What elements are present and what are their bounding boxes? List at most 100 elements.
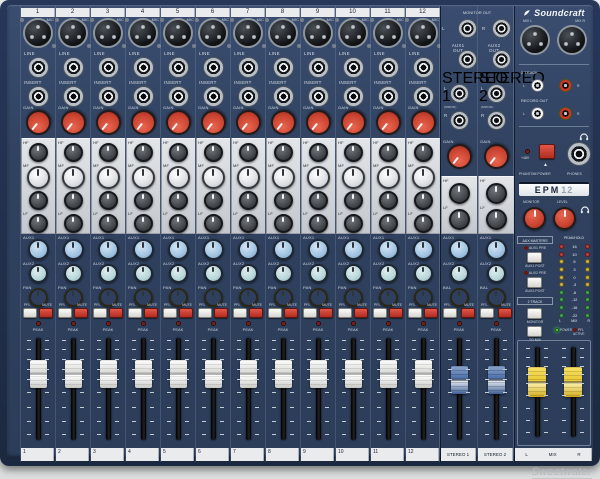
lf-knob[interactable] xyxy=(274,214,293,233)
hf-knob[interactable] xyxy=(379,143,398,162)
fader-cap[interactable] xyxy=(100,360,117,388)
fader-cap[interactable] xyxy=(451,366,468,394)
mid-freq-knob[interactable] xyxy=(202,166,225,189)
mute-button[interactable] xyxy=(354,308,368,318)
aux2-knob[interactable] xyxy=(134,264,153,283)
mid-gain-knob[interactable] xyxy=(134,191,153,210)
aux2-knob[interactable] xyxy=(274,264,293,283)
pfl-button[interactable] xyxy=(198,308,212,318)
pfl-button[interactable] xyxy=(443,308,457,318)
aux1-knob[interactable] xyxy=(63,239,84,260)
mid-gain-knob[interactable] xyxy=(344,191,363,210)
mid-gain-knob[interactable] xyxy=(204,191,223,210)
lf-knob[interactable] xyxy=(309,214,328,233)
aux1-knob[interactable] xyxy=(203,239,224,260)
pfl-button[interactable] xyxy=(268,308,282,318)
pfl-button[interactable] xyxy=(23,308,37,318)
pfl-button[interactable] xyxy=(163,308,177,318)
hf-knob[interactable] xyxy=(169,143,188,162)
pfl-button[interactable] xyxy=(58,308,72,318)
mid-gain-knob[interactable] xyxy=(239,191,258,210)
fader-cap[interactable] xyxy=(488,366,505,394)
aux1-knob[interactable] xyxy=(98,239,119,260)
lf-knob[interactable] xyxy=(204,214,223,233)
hf-knob[interactable] xyxy=(239,143,258,162)
gain-knob[interactable] xyxy=(265,105,300,140)
aux1-knob[interactable] xyxy=(486,239,507,260)
aux1-knob[interactable] xyxy=(28,239,49,260)
pfl-button[interactable] xyxy=(233,308,247,318)
fader-cap[interactable] xyxy=(135,360,152,388)
mid-freq-knob[interactable] xyxy=(62,166,85,189)
hf-knob[interactable] xyxy=(414,143,433,162)
two-track-to-mix-button[interactable] xyxy=(527,326,542,337)
mid-freq-knob[interactable] xyxy=(377,166,400,189)
fader-cap[interactable] xyxy=(65,360,82,388)
mute-button[interactable] xyxy=(284,308,298,318)
aux1-pre-post-button[interactable] xyxy=(527,252,542,263)
gain-knob[interactable] xyxy=(370,105,405,140)
mid-gain-knob[interactable] xyxy=(274,191,293,210)
gain-knob[interactable] xyxy=(195,105,230,140)
phones-level-knob[interactable] xyxy=(553,207,576,230)
mid-gain-knob[interactable] xyxy=(99,191,118,210)
aux2-knob[interactable] xyxy=(309,264,328,283)
hf-knob[interactable] xyxy=(204,143,223,162)
mid-freq-knob[interactable] xyxy=(167,166,190,189)
lf-knob[interactable] xyxy=(379,214,398,233)
pfl-button[interactable] xyxy=(338,308,352,318)
mute-button[interactable] xyxy=(179,308,193,318)
mid-freq-knob[interactable] xyxy=(272,166,295,189)
mute-button[interactable] xyxy=(249,308,263,318)
mid-freq-knob[interactable] xyxy=(27,166,50,189)
gain-knob[interactable] xyxy=(125,105,160,140)
mute-button[interactable] xyxy=(74,308,88,318)
pfl-button[interactable] xyxy=(480,308,494,318)
gain-knob[interactable] xyxy=(55,105,90,140)
hf-knob[interactable] xyxy=(344,143,363,162)
phantom-power-button[interactable] xyxy=(539,144,555,159)
aux2-knob[interactable] xyxy=(204,264,223,283)
mid-freq-knob[interactable] xyxy=(132,166,155,189)
mute-button[interactable] xyxy=(144,308,158,318)
lf-knob[interactable] xyxy=(64,214,83,233)
mute-button[interactable] xyxy=(424,308,438,318)
aux1-knob[interactable] xyxy=(238,239,259,260)
fader-cap[interactable] xyxy=(205,360,222,388)
pfl-button[interactable] xyxy=(408,308,422,318)
lf-knob[interactable] xyxy=(169,214,188,233)
aux2-knob[interactable] xyxy=(29,264,48,283)
aux2-knob[interactable] xyxy=(239,264,258,283)
mid-freq-knob[interactable] xyxy=(412,166,435,189)
fader-cap[interactable] xyxy=(345,360,362,388)
gain-knob[interactable] xyxy=(20,105,55,140)
fader-cap[interactable] xyxy=(528,367,546,397)
mid-gain-knob[interactable] xyxy=(169,191,188,210)
lf-knob[interactable] xyxy=(134,214,153,233)
mute-button[interactable] xyxy=(214,308,228,318)
mid-gain-knob[interactable] xyxy=(29,191,48,210)
fader-cap[interactable] xyxy=(30,360,47,388)
hf-knob[interactable] xyxy=(309,143,328,162)
aux1-knob[interactable] xyxy=(378,239,399,260)
hf-knob[interactable] xyxy=(64,143,83,162)
pfl-button[interactable] xyxy=(93,308,107,318)
fader-cap[interactable] xyxy=(564,367,582,397)
lf-knob[interactable] xyxy=(449,209,470,230)
gain-knob[interactable] xyxy=(300,105,335,140)
aux2-knob[interactable] xyxy=(414,264,433,283)
aux2-knob[interactable] xyxy=(487,264,506,283)
mid-gain-knob[interactable] xyxy=(379,191,398,210)
fader-cap[interactable] xyxy=(240,360,257,388)
lf-knob[interactable] xyxy=(99,214,118,233)
aux1-knob[interactable] xyxy=(273,239,294,260)
pfl-button[interactable] xyxy=(303,308,317,318)
mute-button[interactable] xyxy=(498,308,512,318)
gain-knob[interactable] xyxy=(405,105,440,140)
hf-knob[interactable] xyxy=(99,143,118,162)
gain-knob[interactable] xyxy=(160,105,195,140)
mute-button[interactable] xyxy=(109,308,123,318)
mid-freq-knob[interactable] xyxy=(97,166,120,189)
mid-freq-knob[interactable] xyxy=(342,166,365,189)
mid-freq-knob[interactable] xyxy=(237,166,260,189)
